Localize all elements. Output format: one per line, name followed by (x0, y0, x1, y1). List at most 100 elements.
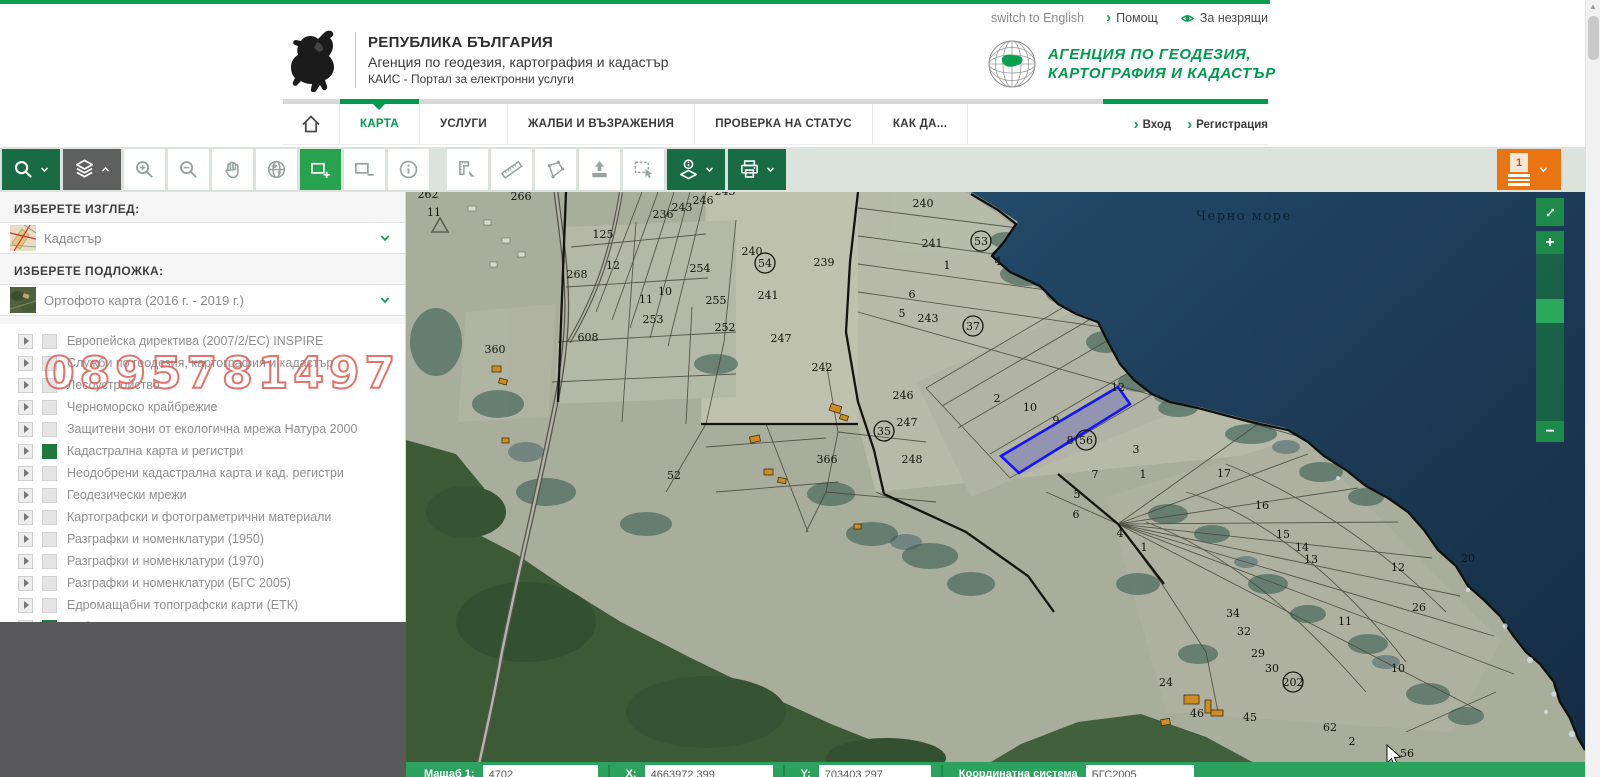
cadastral-region-number: 56 (1079, 434, 1093, 447)
portal-subtitle: КАИС - Портал за електронни услуги (368, 72, 669, 86)
scrollbar-up-arrow[interactable]: ▲ (1589, 2, 1597, 11)
parcel-number: 20 (1461, 552, 1475, 565)
help-link[interactable]: ›Помощ (1106, 11, 1158, 25)
parcel-number: 1 (944, 259, 951, 272)
nav-tab[interactable]: УСЛУГИ (420, 104, 508, 144)
parcel-number: 253 (643, 313, 664, 326)
y-label: Y: (801, 768, 811, 777)
top-links: switch to English ›Помощ За незрящи (0, 11, 1268, 25)
layer-expand-arrow[interactable] (18, 466, 33, 481)
scale-button[interactable] (447, 149, 488, 190)
parcel-number: 2 (994, 392, 1001, 405)
info-button[interactable] (388, 149, 429, 190)
layer-label: Европейска директива (2007/2/EC) INSPIRE (67, 334, 323, 348)
layer-row: Геодезически мрежи (0, 484, 405, 506)
rect-minus-button[interactable] (344, 149, 385, 190)
print-button[interactable] (728, 149, 786, 190)
layer-expand-arrow[interactable] (18, 422, 33, 437)
layer-expand-arrow[interactable] (18, 598, 33, 613)
expand-icon (1543, 205, 1558, 220)
view-select-value: Кадастър (44, 231, 377, 246)
parcel-number: 10 (658, 285, 672, 298)
zoom-slider-track[interactable] (1536, 254, 1564, 421)
layer-checkbox[interactable] (42, 356, 57, 371)
scrollbar-thumb[interactable] (1588, 16, 1599, 60)
eye-icon (1180, 12, 1195, 25)
header-divider (355, 32, 356, 88)
parcel-number: 241 (758, 289, 779, 302)
switch-language-link[interactable]: switch to English (991, 11, 1084, 25)
search-button[interactable] (2, 149, 60, 190)
crs-input[interactable] (1086, 765, 1194, 777)
agency-logo-line1: АГЕНЦИЯ ПО ГЕОДЕЗИЯ, (1048, 45, 1276, 64)
layer-checkbox[interactable] (42, 466, 57, 481)
layer-expand-arrow[interactable] (18, 378, 33, 393)
rect-plus-button[interactable] (300, 149, 341, 190)
fullscreen-button[interactable] (1536, 198, 1564, 226)
zoom-in-button[interactable] (124, 149, 165, 190)
layer-expand-arrow[interactable] (18, 554, 33, 569)
layer-expand-arrow[interactable] (18, 488, 33, 503)
globe-button[interactable] (256, 149, 297, 190)
select-button[interactable] (623, 149, 664, 190)
base-select-dropdown[interactable]: Ортофото карта (2016 г. - 2019 г.) (0, 284, 405, 316)
nav-tab[interactable]: КАРТА (340, 104, 420, 144)
y-coordinate-input[interactable] (819, 765, 931, 777)
layer-checkbox[interactable] (42, 334, 57, 349)
x-coordinate-input[interactable] (645, 765, 773, 777)
layer-checkbox[interactable] (42, 422, 57, 437)
layer-expand-arrow[interactable] (18, 576, 33, 591)
parcel-number: 6 (909, 288, 916, 301)
orthophoto-thumbnail (10, 287, 36, 313)
hand-button[interactable] (212, 149, 253, 190)
map-canvas[interactable]: 5453373556202 26226611236243246245240268… (406, 192, 1585, 777)
layer-label: Разграфки и номенклатури (1970) (67, 554, 264, 568)
layers-button[interactable] (63, 149, 121, 190)
layer-label: Черноморско крайбрежие (67, 400, 217, 414)
building-footprint (502, 438, 509, 443)
login-link[interactable]: ›Вход (1134, 119, 1171, 131)
zoom-in-button[interactable]: + (1536, 231, 1564, 254)
layer-label: Защитени зони от екологична мрежа Натура… (67, 422, 357, 436)
layer-checkbox[interactable] (42, 554, 57, 569)
layer-checkbox[interactable] (42, 400, 57, 415)
layer-checkbox[interactable] (42, 488, 57, 503)
layer-checkbox[interactable] (42, 378, 57, 393)
parcel-number: 266 (511, 192, 532, 203)
accessibility-link[interactable]: За незрящи (1180, 11, 1268, 25)
nav-tab[interactable]: ЖАЛБИ И ВЪЗРАЖЕНИЯ (508, 104, 695, 144)
layer-row: Картографски и фотограметрични материали (0, 506, 405, 528)
scale-input[interactable] (483, 765, 598, 777)
parcel-number: 366 (817, 453, 838, 466)
view-select-dropdown[interactable]: Кадастър (0, 222, 405, 254)
nav-home-button[interactable] (283, 104, 340, 144)
upload-icon (588, 158, 611, 181)
layer-expand-arrow[interactable] (18, 400, 33, 415)
layer-checkbox[interactable] (42, 444, 57, 459)
layer-checkbox[interactable] (42, 576, 57, 591)
upload-button[interactable] (579, 149, 620, 190)
zoom-slider-handle[interactable] (1536, 299, 1564, 323)
layer-expand-arrow[interactable] (18, 444, 33, 459)
zoom-out-button[interactable] (168, 149, 209, 190)
ruler-button[interactable] (491, 149, 532, 190)
polygon-button[interactable] (535, 149, 576, 190)
page-scrollbar[interactable]: ▲ (1585, 0, 1600, 777)
layer-checkbox[interactable] (42, 532, 57, 547)
layer-expand-arrow[interactable] (18, 510, 33, 525)
layer-expand-arrow[interactable] (18, 532, 33, 547)
layer-expand-arrow[interactable] (18, 334, 33, 349)
selected-objects-button[interactable]: 1 (1497, 149, 1561, 190)
parcel-number: 3 (1133, 443, 1140, 456)
register-link[interactable]: ›Регистрация (1187, 119, 1268, 131)
layer-expand-arrow[interactable] (18, 356, 33, 371)
map-toolbar (0, 147, 1600, 192)
layer-checkbox[interactable] (42, 598, 57, 613)
nav-tab[interactable]: КАК ДА... (873, 104, 968, 144)
layer-info-button[interactable] (667, 149, 725, 190)
parcel-number: 9 (1053, 414, 1060, 427)
nav-tab[interactable]: ПРОВЕРКА НА СТАТУС (695, 104, 873, 144)
layer-checkbox[interactable] (42, 510, 57, 525)
zoom-out-button[interactable]: − (1536, 421, 1564, 442)
parcel-number: 2 (1349, 735, 1356, 748)
